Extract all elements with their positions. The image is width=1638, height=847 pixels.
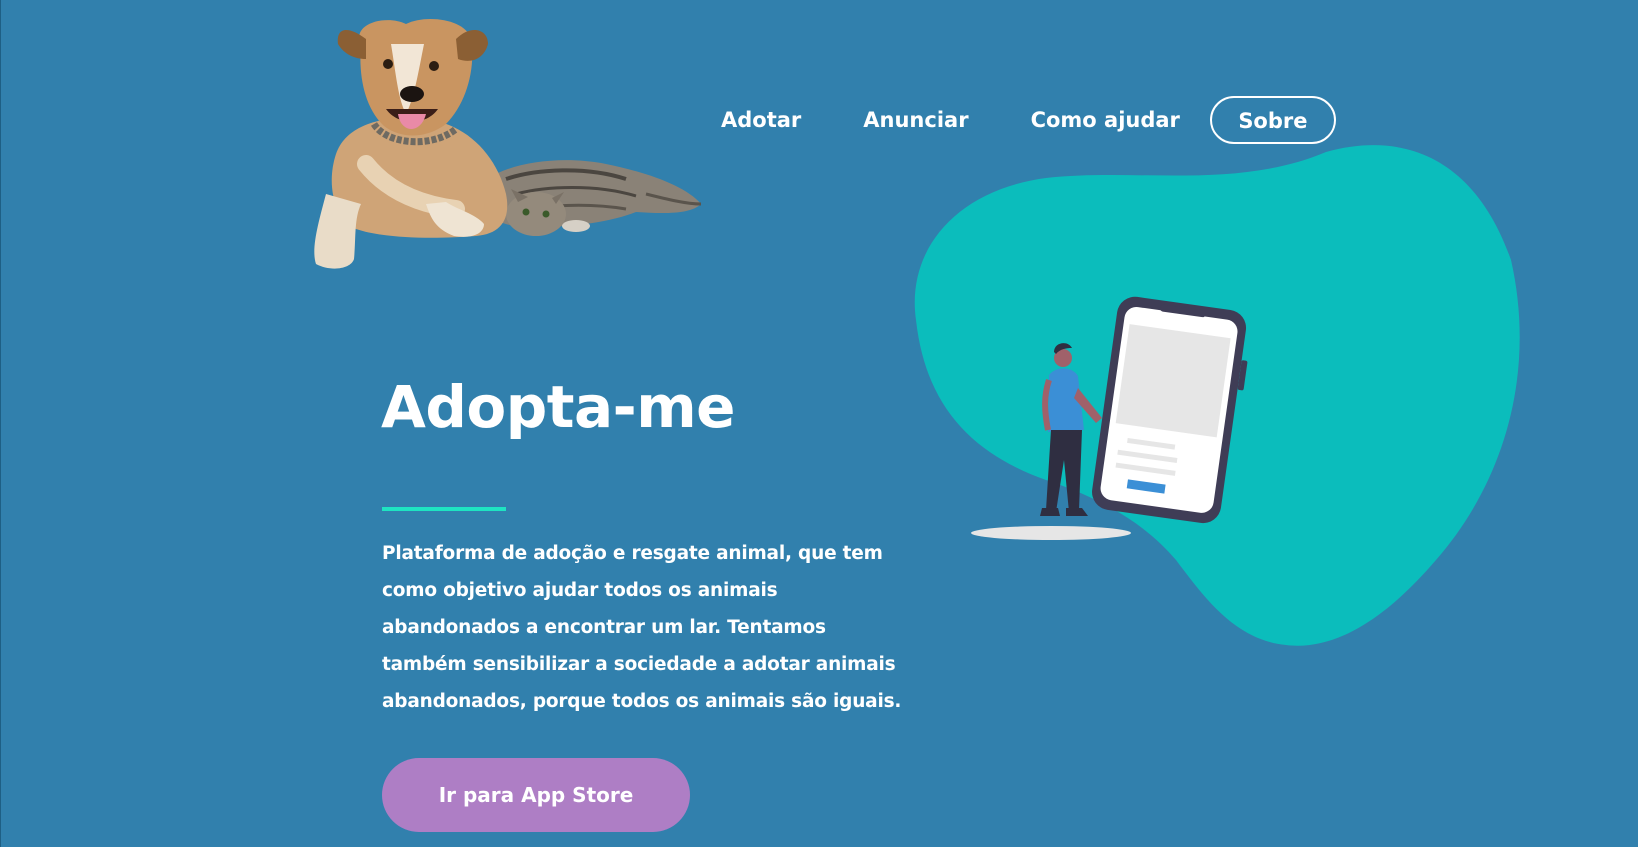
main-nav: Adotar Anunciar Como ajudar Sobre: [721, 95, 1336, 145]
title-underline: [382, 507, 506, 511]
hero-title: Adopta-me: [381, 373, 735, 441]
app-store-button[interactable]: Ir para App Store: [382, 758, 690, 832]
nav-link-anunciar[interactable]: Anunciar: [863, 108, 968, 132]
nav-link-adotar[interactable]: Adotar: [721, 108, 801, 132]
person-with-smartphone-illustration: [914, 145, 1520, 646]
dog-and-cat-logo[interactable]: [306, 14, 716, 284]
hero-description: Plataforma de adoção e resgate animal, q…: [382, 543, 902, 712]
about-button[interactable]: Sobre: [1209, 96, 1336, 144]
nav-link-como-ajudar[interactable]: Como ajudar: [1031, 108, 1180, 132]
landing-page: Adotar Anunciar Como ajudar Sobre Adopta…: [0, 0, 1638, 847]
